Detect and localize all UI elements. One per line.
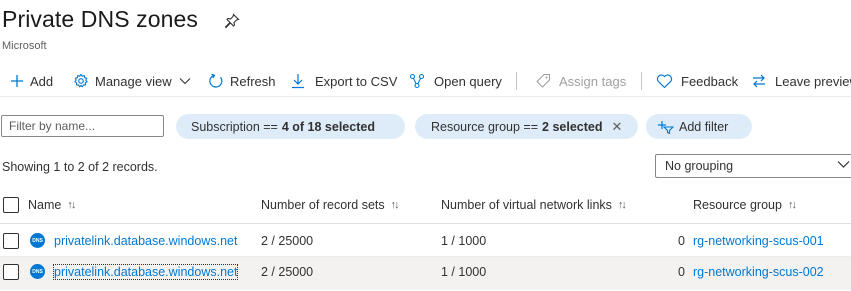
page-subtitle: Microsoft	[2, 40, 47, 52]
zone-name-link[interactable]: privatelink.database.windows.net	[54, 224, 237, 257]
refresh-icon	[209, 73, 223, 88]
grouping-selected: No grouping	[665, 159, 734, 173]
sort-icon: ↑↓	[390, 199, 400, 211]
manage-view-label: Manage view	[95, 73, 172, 89]
row-checkbox[interactable]	[3, 264, 19, 280]
pin-icon[interactable]	[224, 13, 240, 29]
sort-icon: ↑↓	[67, 199, 76, 211]
add-label: Add	[30, 73, 54, 89]
resource-group-link[interactable]: rg-networking-scus-002	[693, 257, 824, 287]
chevron-down-icon	[837, 161, 850, 168]
record-sets-value: 2 / 25000	[261, 233, 314, 248]
subscription-filter-pill[interactable]: Subscription == 4 of 18 selected	[176, 114, 405, 139]
refresh-label: Refresh	[230, 73, 276, 89]
leave-preview-label: Leave preview	[775, 73, 851, 89]
switch-arrows-icon	[753, 74, 765, 88]
query-icon	[409, 73, 425, 89]
row-checkbox[interactable]	[3, 233, 19, 249]
open-query-button[interactable]: Open query	[409, 66, 502, 96]
toolbar-divider	[0, 96, 851, 97]
dns-zone-icon: DNS	[30, 233, 45, 248]
resource-group-filter-label: Resource group ==	[431, 119, 539, 134]
zone-name-link[interactable]: privatelink.database.windows.net	[52, 264, 239, 280]
close-icon[interactable]: ✕	[611, 119, 622, 135]
select-all-checkbox[interactable]	[3, 197, 19, 213]
assign-tags-button[interactable]: Assign tags	[535, 66, 626, 96]
resource-group-link[interactable]: rg-networking-scus-001	[693, 224, 824, 257]
vnet-links-value: 1 / 1000	[441, 233, 487, 248]
gear-icon	[74, 73, 88, 88]
sort-icon: ↑↓	[787, 199, 797, 211]
open-query-label: Open query	[434, 73, 502, 89]
vnet-links-value: 1 / 1000	[441, 265, 487, 279]
subscription-filter-value: 4 of 18 selected	[281, 119, 375, 134]
column-label: Number of virtual network links	[441, 198, 612, 212]
add-filter-icon	[658, 120, 674, 134]
column-header-record-sets[interactable]: Number of record sets ↑↓	[261, 195, 400, 215]
add-filter-label: Add filter	[679, 119, 729, 134]
column-header-name[interactable]: Name ↑↓	[28, 195, 76, 215]
toolbar-separator	[641, 72, 642, 90]
refresh-button[interactable]: Refresh	[208, 66, 276, 96]
records-count: Showing 1 to 2 of 2 records.	[2, 160, 158, 174]
tag-icon	[536, 73, 551, 88]
chevron-down-icon	[179, 78, 190, 85]
column-label: Number of record sets	[261, 198, 385, 212]
row-prefix: 0	[678, 233, 685, 248]
export-csv-button[interactable]: Export to CSV	[291, 66, 397, 96]
table-row[interactable]: DNS privatelink.database.windows.net 2 /…	[0, 257, 851, 290]
resource-group-filter-pill[interactable]: Resource group == 2 selected ✕	[415, 114, 638, 139]
add-button[interactable]: Add	[10, 66, 53, 96]
manage-view-button[interactable]: Manage view	[73, 66, 191, 96]
record-sets-value: 2 / 25000	[261, 265, 314, 279]
command-bar: Add Manage view Refresh Export to CSV Op…	[0, 66, 851, 96]
assign-tags-label: Assign tags	[559, 73, 627, 89]
leave-preview-button[interactable]: Leave preview	[751, 66, 851, 96]
download-icon	[292, 74, 304, 89]
add-filter-button[interactable]: Add filter	[646, 114, 752, 139]
row-prefix: 0	[678, 265, 685, 279]
toolbar-separator	[516, 72, 517, 90]
subscription-filter-label: Subscription ==	[191, 119, 278, 134]
column-label: Name	[28, 198, 62, 212]
plus-icon	[11, 75, 23, 87]
column-label: Resource group	[693, 198, 782, 212]
dns-zone-icon: DNS	[30, 264, 45, 279]
column-header-vnet-links[interactable]: Number of virtual network links ↑↓	[441, 195, 627, 215]
resource-group-filter-value: 2 selected	[542, 119, 603, 134]
sort-icon: ↑↓	[617, 199, 627, 211]
filter-by-name-input[interactable]	[1, 115, 164, 137]
feedback-button[interactable]: Feedback	[656, 66, 738, 96]
grouping-dropdown[interactable]: No grouping	[655, 154, 851, 178]
column-header-resource-group[interactable]: Resource group ↑↓	[693, 195, 797, 215]
heart-icon	[656, 73, 673, 88]
page-title: Private DNS zones	[2, 6, 198, 32]
feedback-label: Feedback	[681, 73, 739, 89]
export-csv-label: Export to CSV	[315, 73, 398, 89]
table-row[interactable]: DNS privatelink.database.windows.net 2 /…	[0, 224, 851, 257]
